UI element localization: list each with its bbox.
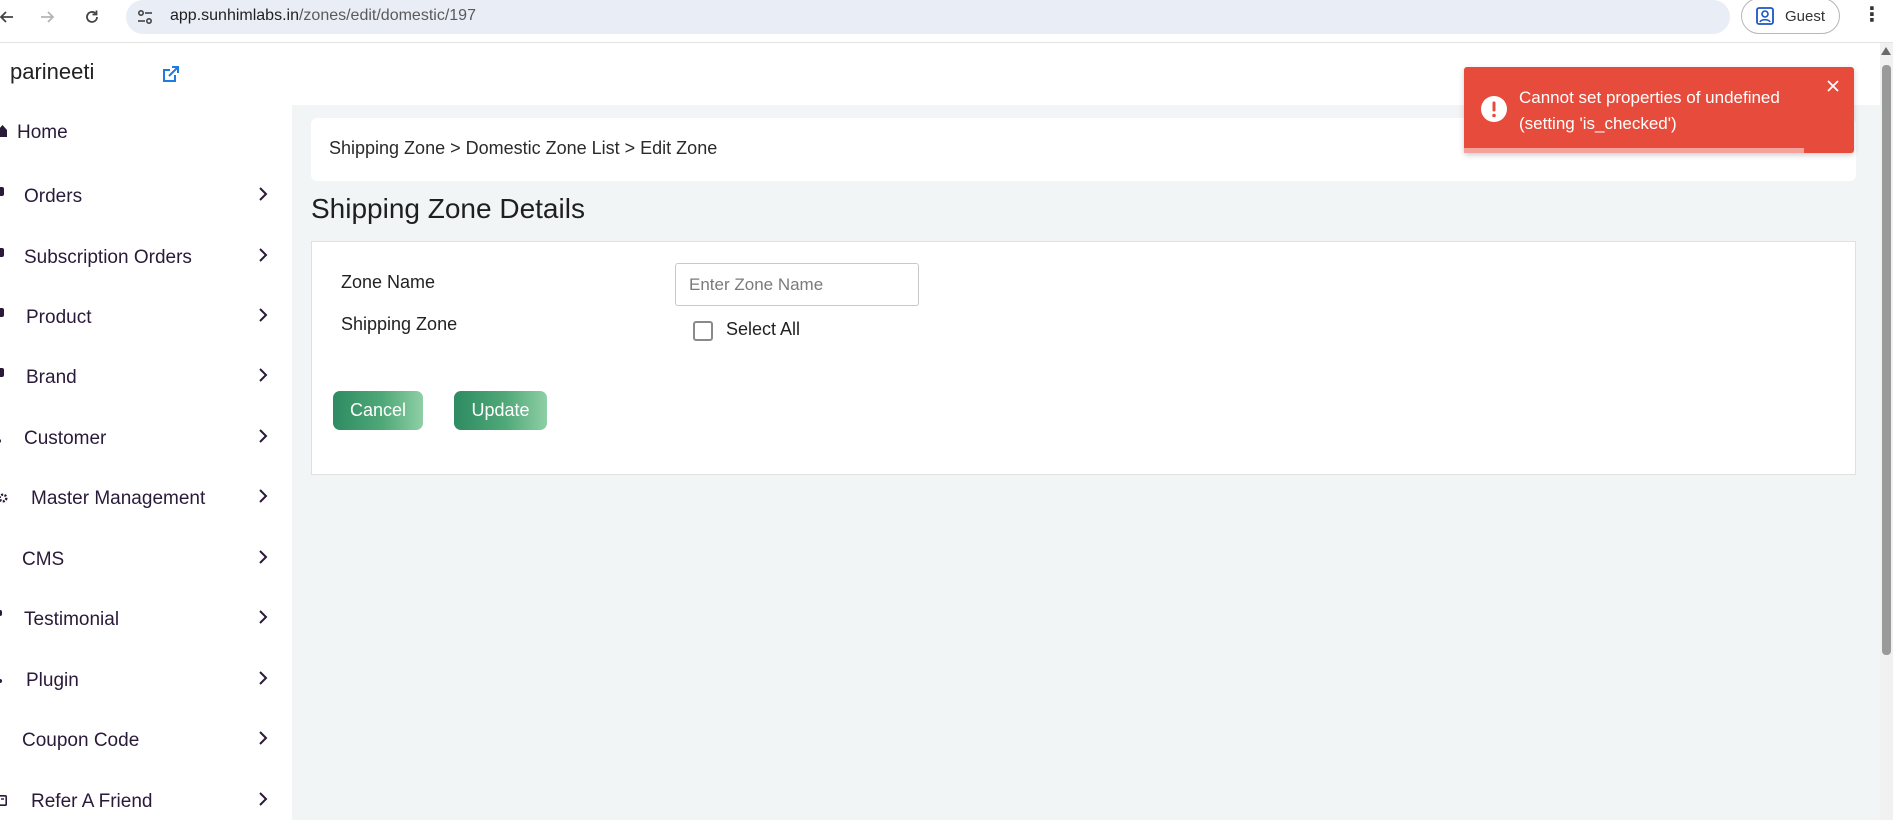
subscription-orders-icon: [0, 248, 4, 257]
profile-label: Guest: [1785, 7, 1826, 25]
select-all-label[interactable]: Select All: [726, 319, 800, 340]
sidebar-item-product[interactable]: Product: [0, 296, 292, 340]
sidebar-item-testimonial[interactable]: Testimonial: [0, 598, 292, 642]
brand-icon: [0, 368, 4, 377]
chevron-right-icon: [259, 368, 268, 382]
sidebar-item-customer[interactable]: Customer: [0, 417, 292, 461]
chevron-right-icon: [259, 792, 268, 806]
sidebar-item-label: Testimonial: [24, 609, 120, 630]
sidebar-item-master-management[interactable]: Master Management: [0, 477, 292, 521]
chevron-right-icon: [259, 248, 268, 262]
plugin-icon: [0, 679, 2, 683]
testimonial-icon: [0, 610, 2, 616]
profile-icon: [1756, 7, 1774, 25]
sidebar-item-label: Customer: [24, 428, 107, 449]
url-path: /zones/edit/domestic/197: [298, 7, 476, 24]
cancel-button[interactable]: Cancel: [333, 391, 423, 430]
home-icon: [0, 125, 7, 137]
toast-message: Cannot set properties of undefined (sett…: [1519, 88, 1780, 133]
customer-icon: [0, 439, 1, 443]
sidebar-item-brand[interactable]: Brand: [0, 356, 292, 400]
url-text[interactable]: app.sunhimlabs.in/zones/edit/domestic/19…: [170, 7, 476, 25]
chevron-right-icon: [259, 308, 268, 322]
sidebar-item-plugin[interactable]: Plugin: [0, 659, 292, 703]
chevron-right-icon: [259, 731, 268, 745]
product-icon: [0, 308, 4, 317]
sidebar-item-label: Coupon Code: [22, 730, 140, 751]
page-title: Shipping Zone Details: [311, 193, 585, 224]
site-settings-icon[interactable]: [136, 8, 154, 26]
chevron-right-icon: [259, 187, 268, 201]
page-scrollbar[interactable]: [1880, 43, 1893, 820]
sidebar-item-refer-a-friend[interactable]: Refer A Friend: [0, 780, 292, 824]
chevron-right-icon: [259, 671, 268, 685]
browser-toolbar: app.sunhimlabs.in/zones/edit/domestic/19…: [0, 0, 1893, 43]
zone-name-label: Zone Name: [341, 272, 436, 292]
external-link-icon[interactable]: [160, 64, 181, 85]
sidebar-item-label: Orders: [24, 186, 83, 207]
sidebar-item-label: CMS: [22, 549, 65, 570]
sidebar-item-label: Master Management: [31, 488, 206, 509]
chevron-right-icon: [259, 610, 268, 624]
sidebar-item-label: Refer A Friend: [31, 791, 153, 812]
main-content: Shipping Zone > Domestic Zone List > Edi…: [292, 105, 1880, 820]
address-bar[interactable]: app.sunhimlabs.in/zones/edit/domestic/19…: [126, 0, 1730, 34]
profile-button[interactable]: Guest: [1741, 0, 1840, 34]
sidebar-item-label: Product: [26, 307, 92, 328]
update-button[interactable]: Update: [454, 391, 547, 430]
sidebar-item-label: Brand: [26, 367, 77, 388]
sidebar-item-subscription-orders[interactable]: Subscription Orders: [0, 236, 292, 280]
chevron-right-icon: [259, 550, 268, 564]
refer-icon: [0, 795, 7, 806]
close-icon[interactable]: [1825, 78, 1841, 94]
browser-menu-icon[interactable]: ⋮: [1862, 2, 1882, 26]
forward-arrow-icon[interactable]: [34, 4, 60, 30]
sidebar-item-cms[interactable]: CMS: [0, 538, 292, 582]
sidebar-item-home[interactable]: Home: [0, 111, 292, 155]
shipping-zone-label: Shipping Zone: [341, 314, 458, 334]
sidebar: Home Orders Subscription Orders Product …: [0, 105, 292, 820]
sidebar-item-label: Plugin: [26, 670, 79, 691]
brand-name: parineeti: [10, 59, 95, 84]
alert-icon: [1481, 96, 1507, 122]
zone-form-card: Zone Name Shipping Zone Select All Cance…: [311, 241, 1856, 475]
orders-icon: [0, 187, 4, 196]
error-toast: Cannot set properties of undefined (sett…: [1464, 67, 1854, 153]
url-host: app.sunhimlabs.in: [170, 7, 299, 24]
chevron-right-icon: [259, 489, 268, 503]
sidebar-item-orders[interactable]: Orders: [0, 175, 292, 219]
chevron-right-icon: [259, 429, 268, 443]
back-arrow-icon[interactable]: [0, 4, 20, 30]
select-all-checkbox[interactable]: [693, 321, 713, 341]
breadcrumb: Shipping Zone > Domestic Zone List > Edi…: [329, 138, 718, 158]
sidebar-item-label: Home: [17, 122, 68, 143]
toast-progress-bar: [1464, 148, 1804, 153]
scroll-up-arrow-icon[interactable]: [1881, 47, 1891, 55]
sidebar-item-label: Subscription Orders: [24, 247, 192, 268]
gear-icon: [0, 493, 8, 503]
scroll-thumb[interactable]: [1882, 65, 1891, 655]
reload-icon[interactable]: [79, 4, 105, 30]
zone-name-input[interactable]: [675, 263, 919, 306]
sidebar-item-coupon-code[interactable]: Coupon Code: [0, 719, 292, 763]
